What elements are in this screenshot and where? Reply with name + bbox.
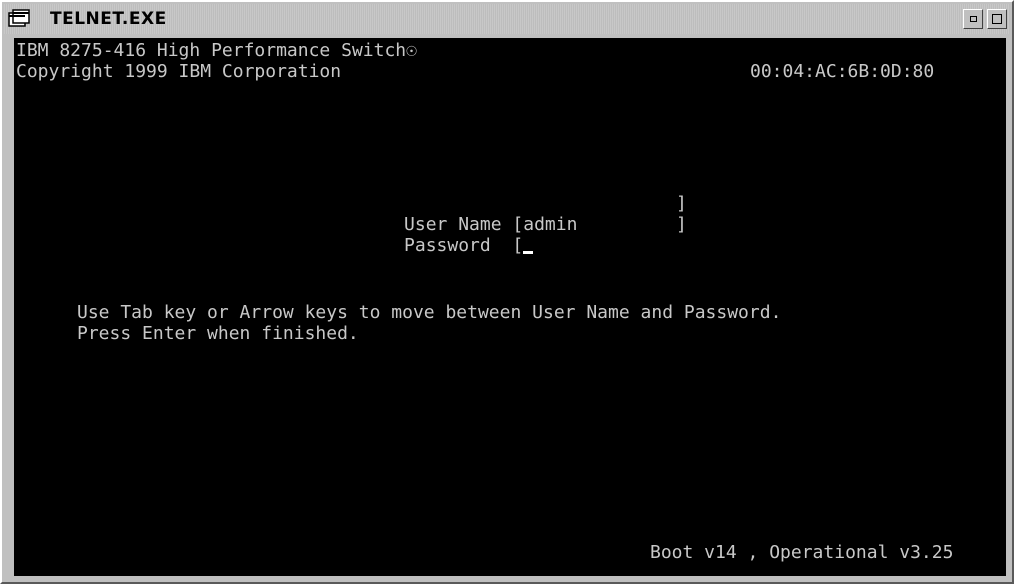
window-title: TELNET.EXE xyxy=(50,9,167,29)
title-buttons xyxy=(963,9,1007,29)
switch-model-line: IBM 8275-416 High Performance Switch☉ xyxy=(16,40,417,61)
minimize-button[interactable] xyxy=(963,9,983,29)
help-text-navigation: Use Tab key or Arrow keys to move betwee… xyxy=(77,302,782,323)
password-field-close: ] xyxy=(676,214,687,235)
help-text-enter: Press Enter when finished. xyxy=(77,323,359,344)
maximize-icon xyxy=(992,14,1002,24)
password-row: Password [ xyxy=(339,214,534,277)
mac-address: 00:04:AC:6B:0D:80 xyxy=(750,61,935,82)
version-info: Boot v14 , Operational v3.25 xyxy=(650,542,954,563)
maximize-button[interactable] xyxy=(987,9,1007,29)
title-bar[interactable]: TELNET.EXE xyxy=(4,4,1010,34)
telnet-window: TELNET.EXE IBM 8275-416 High Performance… xyxy=(0,0,1014,584)
text-cursor xyxy=(523,251,534,254)
copyright-line: Copyright 1999 IBM Corporation xyxy=(16,61,342,82)
password-label: Password [ xyxy=(404,235,524,256)
minimize-icon xyxy=(969,16,977,22)
terminal-screen[interactable]: IBM 8275-416 High Performance Switch☉ Co… xyxy=(14,38,1006,576)
terminal-window-icon[interactable] xyxy=(4,4,34,34)
password-field[interactable] xyxy=(523,235,534,256)
username-field-close: ] xyxy=(676,193,687,214)
